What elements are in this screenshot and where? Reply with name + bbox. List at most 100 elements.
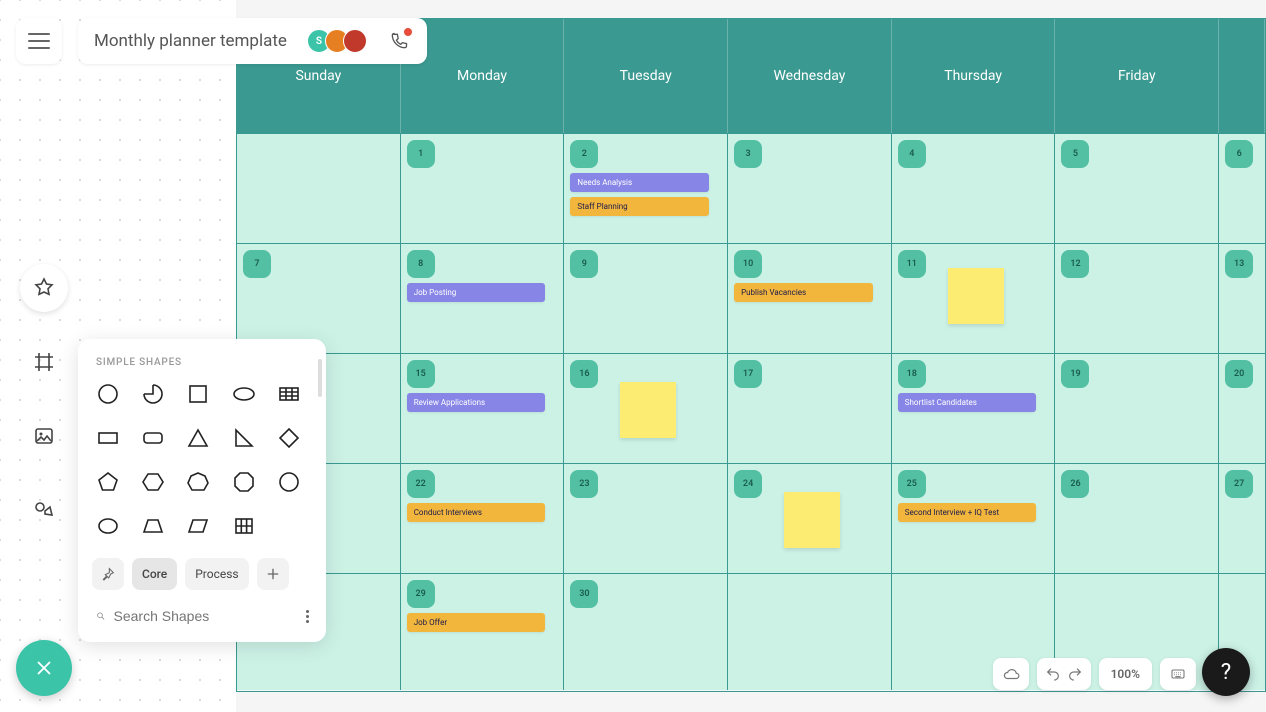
calendar-event[interactable]: Review Applications [407, 393, 546, 412]
shape-table[interactable] [275, 380, 303, 408]
calendar-event[interactable]: Shortlist Candidates [898, 393, 1037, 412]
calendar: SundayMondayTuesdayWednesdayThursdayFrid… [236, 18, 1266, 692]
calendar-row: 12Needs AnalysisStaff Planning3456 [237, 133, 1265, 243]
shape-grid[interactable] [230, 512, 258, 540]
calendar-cell[interactable]: 6 [1219, 134, 1265, 243]
calendar-cell[interactable]: 15Review Applications [401, 354, 565, 463]
shape-diamond[interactable] [275, 424, 303, 452]
shape-right-triangle[interactable] [230, 424, 258, 452]
shape-heptagon[interactable] [184, 468, 212, 496]
calendar-event[interactable]: Second Interview + IQ Test [898, 503, 1037, 522]
shapes-tabs: Core Process [78, 540, 326, 600]
calendar-cell[interactable]: 22Conduct Interviews [401, 464, 565, 573]
calendar-cell[interactable]: 18 Shortlist Candidates [892, 354, 1056, 463]
undo-icon[interactable] [1045, 666, 1061, 682]
shape-triangle[interactable] [184, 424, 212, 452]
shapes-more-button[interactable] [303, 606, 313, 626]
calendar-cell[interactable]: 16 [564, 354, 728, 463]
calendar-cell[interactable] [237, 134, 401, 243]
calendar-header-cell: Tuesday [564, 19, 728, 133]
shape-trapezoid[interactable] [139, 512, 167, 540]
shapes-tool-button[interactable] [20, 264, 68, 312]
redo-icon[interactable] [1067, 666, 1083, 682]
calendar-event[interactable]: Needs Analysis [570, 173, 709, 192]
shape-circle[interactable] [94, 380, 122, 408]
sticky-note[interactable] [784, 492, 840, 548]
calendar-cell[interactable]: 20 [1219, 354, 1265, 463]
shape-rectangle[interactable] [94, 424, 122, 452]
call-button[interactable] [387, 29, 411, 53]
shape-nonagon[interactable] [275, 468, 303, 496]
calendar-cell[interactable]: 23 [564, 464, 728, 573]
calendar-cell[interactable]: 30 [564, 574, 728, 690]
close-fab-button[interactable] [16, 640, 72, 696]
document-title[interactable]: Monthly planner template [94, 31, 287, 51]
image-tool-button[interactable] [20, 412, 68, 460]
calendar-cell[interactable]: 8Job Posting [401, 244, 565, 353]
shape-square[interactable] [184, 380, 212, 408]
tab-core[interactable]: Core [132, 558, 177, 590]
calendar-cell[interactable]: 1 [401, 134, 565, 243]
calendar-cell[interactable]: 27 [1219, 464, 1265, 573]
calendar-cell[interactable]: 25Second Interview + IQ Test [892, 464, 1056, 573]
calendar-cell[interactable]: 19 [1055, 354, 1219, 463]
calendar-cell[interactable]: 26 [1055, 464, 1219, 573]
tab-process[interactable]: Process [185, 558, 248, 590]
cloud-icon [1001, 665, 1021, 683]
shapes-scrollbar[interactable] [318, 359, 322, 397]
shape-rounded-rect[interactable] [139, 424, 167, 452]
calendar-cell[interactable]: 12 [1055, 244, 1219, 353]
zoom-level[interactable]: 100% [1099, 658, 1152, 690]
pin-button[interactable] [92, 558, 124, 590]
date-badge: 10 [734, 250, 762, 278]
calendar-cell[interactable]: 7 [237, 244, 401, 353]
calendar-cell[interactable]: 2Needs AnalysisStaff Planning [564, 134, 728, 243]
shapes-search-input[interactable] [114, 608, 295, 624]
date-badge: 29 [407, 580, 435, 608]
calendar-body: 12 Needs Analysis Staff Planning 3456 78Job … [237, 133, 1265, 690]
calendar-cell[interactable]: 4 [892, 134, 1056, 243]
date-badge: 9 [570, 250, 598, 278]
sticky-note[interactable] [620, 382, 676, 438]
avatar[interactable] [343, 29, 367, 53]
calendar-cell[interactable]: 3 [728, 134, 892, 243]
shape-octagon[interactable] [230, 468, 258, 496]
help-fab-button[interactable]: ? [1202, 648, 1250, 696]
keyboard-button[interactable] [1160, 658, 1196, 690]
calendar-event[interactable]: Job Offer [407, 613, 546, 632]
shape-ellipse[interactable] [230, 380, 258, 408]
calendar-cell[interactable]: 29 Job Offer [401, 574, 565, 690]
calendar-cell[interactable]: 11 [892, 244, 1056, 353]
calendar-event[interactable]: Conduct Interviews [407, 503, 546, 522]
date-badge: 11 [898, 250, 926, 278]
shapes-cluster-tool-button[interactable] [20, 486, 68, 534]
sticky-note[interactable] [948, 268, 1004, 324]
shape-parallelogram[interactable] [184, 512, 212, 540]
date-badge: 19 [1061, 360, 1089, 388]
calendar-cell[interactable]: 24 [728, 464, 892, 573]
calendar-cell[interactable]: 9 [564, 244, 728, 353]
calendar-cell[interactable]: 17 [728, 354, 892, 463]
shape-oval[interactable] [94, 512, 122, 540]
calendar-header-cell: Friday [1055, 19, 1219, 133]
calendar-cell[interactable] [728, 574, 892, 690]
date-badge: 18 [898, 360, 926, 388]
calendar-event[interactable]: Publish Vacancies [734, 283, 873, 302]
calendar-cell[interactable]: 13 [1219, 244, 1265, 353]
collaborator-avatars[interactable]: S [307, 29, 367, 53]
shape-arc[interactable] [139, 380, 167, 408]
date-badge: 13 [1225, 250, 1253, 278]
calendar-cell[interactable]: 10 Publish Vacancies [728, 244, 892, 353]
frame-tool-button[interactable] [20, 338, 68, 386]
side-toolbar [20, 264, 68, 534]
calendar-event[interactable]: Job Posting [407, 283, 546, 302]
shape-pentagon[interactable] [94, 468, 122, 496]
menu-button[interactable] [16, 18, 62, 64]
cloud-sync-button[interactable] [993, 658, 1029, 690]
calendar-event[interactable]: Staff Planning [570, 197, 709, 216]
add-tab-button[interactable] [257, 558, 289, 590]
date-badge: 24 [734, 470, 762, 498]
shape-hexagon[interactable] [139, 468, 167, 496]
pin-icon [100, 566, 116, 582]
calendar-cell[interactable]: 5 [1055, 134, 1219, 243]
